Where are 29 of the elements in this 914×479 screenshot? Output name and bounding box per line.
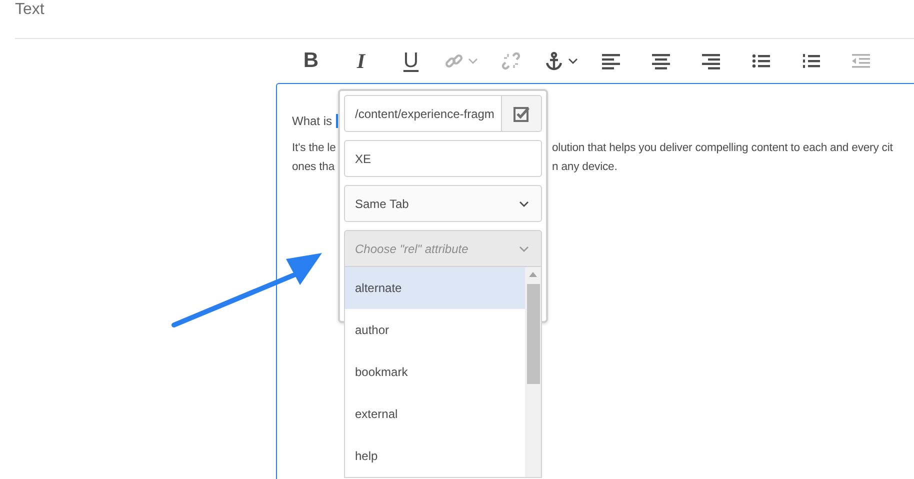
scrollbar[interactable] [525, 267, 541, 477]
align-center-icon [651, 51, 671, 71]
italic-button[interactable]: I [336, 46, 386, 76]
dropdown-option[interactable]: help [345, 435, 525, 477]
field-label: Text [15, 1, 44, 18]
paragraph-line: n any device. [552, 160, 618, 175]
numbered-list-icon [801, 51, 821, 71]
underline-button[interactable]: U [386, 46, 436, 76]
align-right-icon [701, 51, 721, 71]
paragraph-line: ones tha [292, 160, 335, 175]
paragraph-line: It's the le [292, 141, 336, 156]
bold-button[interactable]: B [286, 46, 336, 76]
anchor-icon [544, 51, 564, 71]
confirm-button[interactable] [502, 95, 542, 132]
dropdown-option[interactable]: external [345, 393, 525, 435]
target-select[interactable]: Same Tab [344, 185, 542, 222]
unlink-icon [501, 51, 521, 71]
paragraph-line: olution that helps you deliver compelling content to each and every cit [552, 141, 893, 156]
heading-text: What is [292, 114, 332, 128]
chevron-down-icon [519, 246, 529, 252]
dropdown-option[interactable]: author [345, 309, 525, 351]
path-field[interactable]: /content/experience-fragm [344, 95, 502, 132]
checkbox-icon [512, 104, 530, 122]
dropdown-option[interactable]: alternate [345, 267, 525, 309]
align-left-icon [601, 51, 621, 71]
chevron-down-icon [519, 200, 529, 206]
dropdown-option[interactable]: bookmark [345, 351, 525, 393]
outdent-icon [851, 51, 871, 71]
title-field[interactable]: XE [344, 140, 542, 177]
